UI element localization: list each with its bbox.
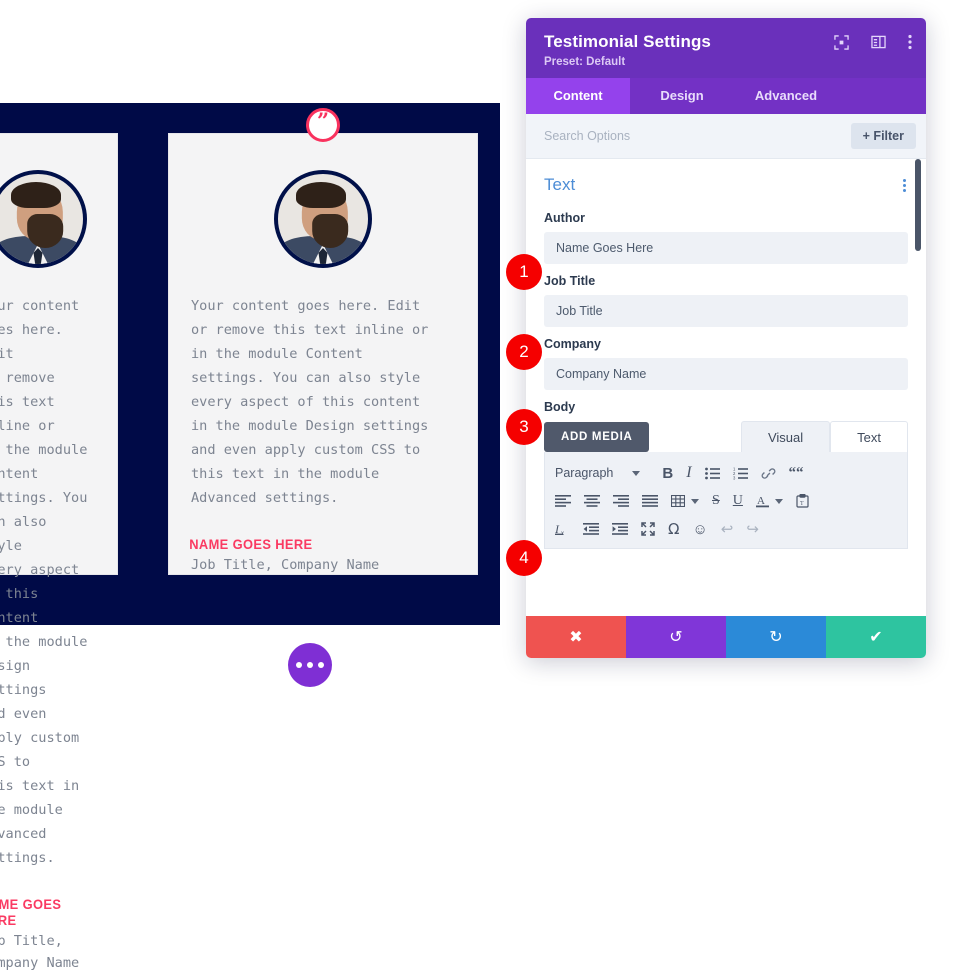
step-badge-4: 4 [506, 540, 542, 576]
indent-icon[interactable] [612, 523, 628, 535]
add-media-button[interactable]: ADD MEDIA [544, 422, 650, 452]
page-settings-dots-button[interactable] [288, 643, 332, 687]
dot-icon [307, 662, 313, 668]
filter-button[interactable]: + Filter [850, 123, 916, 149]
testimonial-settings-panel: Testimonial Settings Preset: Default Con… [526, 18, 926, 658]
fullscreen-icon[interactable] [641, 522, 655, 536]
field-label: Company [544, 337, 601, 351]
undo-icon[interactable]: ↩ [721, 520, 734, 538]
align-left-icon[interactable] [555, 495, 571, 507]
text-section-header: Text [544, 159, 908, 201]
paste-as-text-icon[interactable]: T [796, 494, 809, 508]
align-justify-icon[interactable] [642, 495, 658, 507]
editor-tab-visual[interactable]: Visual [740, 421, 831, 452]
avatar [0, 170, 87, 268]
tab-advanced[interactable]: Advanced [734, 78, 838, 114]
more-vertical-icon[interactable] [903, 178, 908, 192]
editor-tab-text[interactable]: Text [830, 421, 908, 452]
search-options-bar: Search Options + Filter [526, 114, 926, 159]
more-vertical-icon[interactable] [908, 34, 912, 50]
section-title[interactable]: Text [544, 175, 575, 195]
layout-panel-icon[interactable] [871, 35, 886, 49]
quote-icon: ” [306, 108, 340, 142]
underline-icon[interactable]: U [733, 493, 743, 509]
dot-icon [296, 662, 302, 668]
search-input[interactable]: Search Options [544, 129, 630, 143]
step-badge-2: 2 [506, 334, 542, 370]
testimonial-author-name: NAME GOES HERE [0, 896, 62, 928]
cancel-button[interactable]: ✖ [526, 616, 626, 658]
author-input[interactable] [544, 232, 908, 264]
testimonial-author-meta: Job Title, Company Name [0, 933, 80, 971]
dot-icon [318, 662, 324, 668]
company-input[interactable] [544, 358, 908, 390]
svg-text:3: 3 [733, 475, 736, 479]
avatar [274, 170, 372, 268]
svg-text:x: x [561, 531, 564, 536]
step-badge-3: 3 [506, 409, 542, 445]
undo-button[interactable]: ↺ [626, 616, 726, 658]
testimonial-card[interactable]: Your content goes here. Edit or remove t… [0, 133, 118, 971]
align-center-icon[interactable] [584, 495, 600, 507]
testimonial-body-text: Your content goes here. Edit or remove t… [0, 298, 88, 866]
strikethrough-icon[interactable]: S [712, 493, 720, 509]
panel-body: Text Author Job Title Company Body ADD M… [526, 159, 926, 616]
chevron-down-icon[interactable] [632, 470, 641, 476]
testimonial-author-meta: Job Title, Company Name [191, 557, 380, 573]
bulleted-list-icon[interactable] [704, 467, 720, 480]
table-icon[interactable] [671, 495, 699, 507]
panel-action-bar: ✖ ↺ ↻ ✔ [526, 616, 926, 658]
preset-selector[interactable]: Preset: Default [544, 56, 908, 68]
field-label: Body [544, 400, 576, 414]
redo-button[interactable]: ↻ [726, 616, 826, 658]
italic-icon[interactable]: I [686, 464, 691, 482]
emoji-icon[interactable]: ☺ [692, 521, 707, 538]
field-company: Company [544, 337, 908, 390]
text-color-icon[interactable]: A [755, 494, 783, 508]
bold-icon[interactable]: B [662, 465, 673, 482]
step-badge-1: 1 [506, 254, 542, 290]
testimonial-card[interactable]: Your content goes here. Edit or remove t… [168, 133, 478, 575]
align-right-icon[interactable] [613, 495, 629, 507]
testimonial-author-name: NAME GOES HERE [189, 536, 313, 552]
format-select[interactable]: Paragraph [555, 466, 613, 480]
job-title-input[interactable] [544, 295, 908, 327]
special-character-icon[interactable]: Ω [668, 520, 679, 538]
panel-scrollbar[interactable] [915, 159, 921, 251]
clear-formatting-icon[interactable]: Ix [555, 522, 570, 536]
testimonial-body-text: Your content goes here. Edit or remove t… [191, 298, 429, 506]
field-body: Body ADD MEDIA Visual Text Paragraph B I [544, 400, 908, 549]
field-label: Job Title [544, 274, 596, 288]
tab-design[interactable]: Design [630, 78, 734, 114]
field-author: Author [544, 211, 908, 264]
tab-content[interactable]: Content [526, 78, 630, 114]
link-icon[interactable] [761, 467, 776, 480]
numbered-list-icon[interactable]: 123 [733, 467, 748, 480]
svg-text:T: T [800, 501, 804, 507]
svg-text:A: A [757, 495, 765, 507]
outdent-icon[interactable] [583, 523, 599, 535]
field-label: Author [544, 211, 585, 225]
panel-header: Testimonial Settings Preset: Default [526, 18, 926, 78]
redo-icon[interactable]: ↪ [746, 520, 759, 538]
focus-icon[interactable] [834, 34, 849, 50]
save-button[interactable]: ✔ [826, 616, 926, 658]
panel-tabs: Content Design Advanced [526, 78, 926, 114]
blockquote-icon[interactable]: ““ [789, 465, 804, 482]
editor-toolbar: Paragraph B I 123 ““ S U A T I x Ω ☺ ↩ ↪ [544, 452, 908, 549]
field-job-title: Job Title [544, 274, 908, 327]
